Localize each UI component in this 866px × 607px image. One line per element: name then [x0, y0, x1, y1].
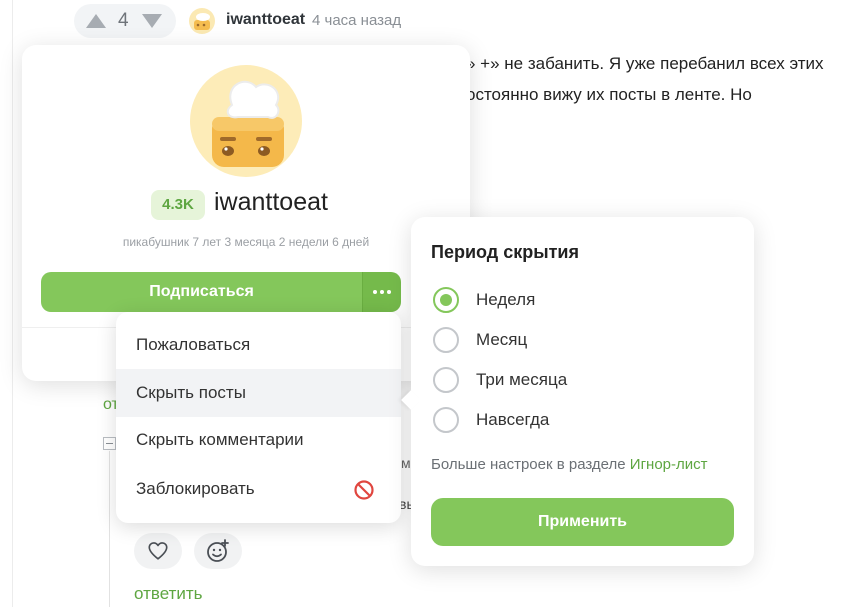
ban-icon	[354, 480, 374, 500]
post-text-line: остоянно вижу их посты в ленте. Но	[466, 85, 752, 104]
apply-button[interactable]: Применить	[431, 498, 734, 546]
radio-option-forever[interactable]: Навсегда	[433, 405, 733, 435]
radio-label: Месяц	[476, 330, 528, 349]
profile-username: iwanttoeat	[214, 188, 328, 216]
more-settings-text: Больше настроек в разделе Игнор-лист	[431, 456, 708, 473]
more-dots-icon	[387, 290, 391, 294]
menu-item-block[interactable]: Заблокировать	[116, 465, 401, 513]
comment-text-fragment: м	[401, 455, 411, 471]
thread-line[interactable]	[109, 451, 110, 607]
collapse-thread-button[interactable]	[103, 437, 116, 450]
profile-tenure: пикабушник 7 лет 3 месяца 2 недели 6 дне…	[122, 235, 370, 249]
page-left-rule	[12, 0, 13, 607]
menu-item-hide-posts[interactable]: Скрыть посты	[116, 369, 401, 417]
post-text-line: » +» не забанить. Я уже перебанил всех э…	[466, 54, 824, 73]
vote-box: 4	[74, 4, 176, 38]
more-dots-icon	[373, 290, 377, 294]
menu-item-label: Скрыть комментарии	[136, 430, 304, 449]
radio-label: Три месяца	[476, 370, 568, 389]
like-button[interactable]	[134, 533, 182, 569]
heart-icon	[148, 542, 168, 560]
ignore-list-link[interactable]: Игнор-лист	[630, 456, 708, 473]
period-title: Период скрытия	[431, 242, 579, 262]
more-settings-label: Больше настроек в разделе	[431, 456, 630, 473]
reply-link[interactable]: ответить	[134, 584, 203, 604]
avatar	[190, 65, 302, 177]
radio-option-week[interactable]: Неделя	[433, 285, 733, 315]
radio-label: Навсегда	[476, 410, 550, 429]
radio-label: Неделя	[476, 290, 536, 309]
vote-count: 4	[118, 10, 129, 31]
avatar[interactable]	[189, 8, 215, 34]
rating-badge: 4.3K	[151, 190, 205, 220]
downvote-arrow-icon[interactable]	[142, 14, 162, 28]
menu-item-label: Пожаловаться	[136, 335, 251, 354]
radio-button[interactable]	[433, 287, 459, 313]
add-reaction-button[interactable]	[194, 533, 242, 569]
radio-option-three-months[interactable]: Три месяца	[433, 365, 733, 395]
comment-timestamp: 4 часа назад	[312, 12, 402, 29]
radio-option-month[interactable]: Месяц	[433, 325, 733, 355]
comment-author-link[interactable]: iwanttoeat	[226, 11, 305, 29]
upvote-arrow-icon[interactable]	[86, 14, 106, 28]
radio-button[interactable]	[433, 327, 459, 353]
emoji-add-icon	[207, 539, 229, 562]
menu-item-hide-comments[interactable]: Скрыть комментарии	[116, 416, 401, 464]
more-options-button[interactable]	[362, 272, 401, 312]
radio-button[interactable]	[433, 407, 459, 433]
subscribe-button[interactable]: Подписаться	[41, 272, 362, 312]
hide-period-panel: Период скрытия Неделя Месяц Три месяца Н…	[411, 217, 754, 566]
menu-item-report[interactable]: Пожаловаться	[116, 321, 401, 369]
menu-item-label: Скрыть посты	[136, 383, 246, 402]
radio-button[interactable]	[433, 367, 459, 393]
more-dots-icon	[380, 290, 384, 294]
menu-item-label: Заблокировать	[136, 479, 255, 498]
more-options-menu: Пожаловаться Скрыть посты Скрыть коммент…	[116, 312, 401, 523]
